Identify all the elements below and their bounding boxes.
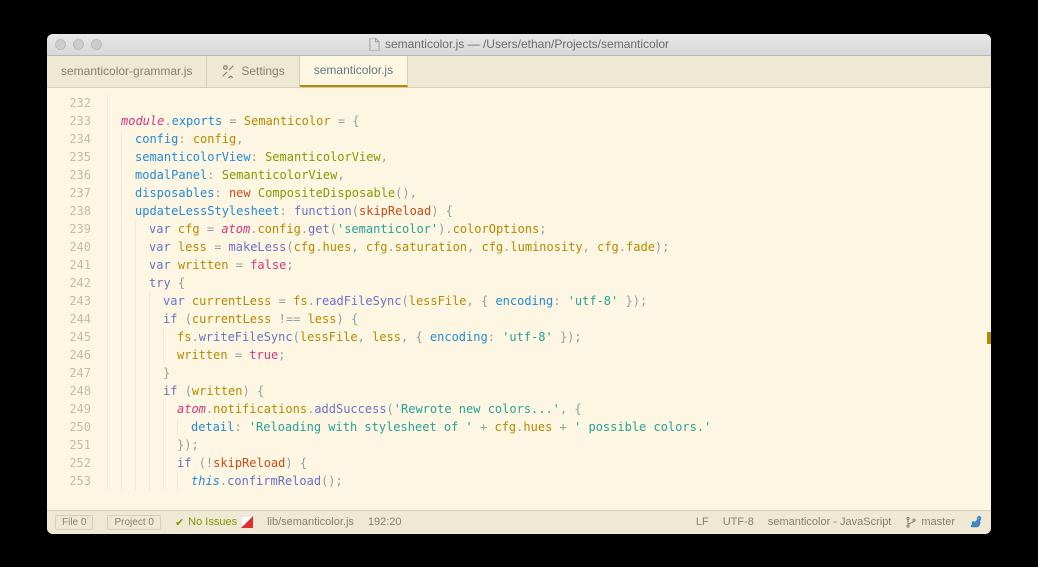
status-branch[interactable]: master	[905, 516, 955, 528]
line-number: 251	[47, 436, 91, 454]
code-line[interactable]: if (!skipReload) {	[107, 454, 991, 472]
window-controls	[55, 39, 102, 50]
code-line[interactable]: config: config,	[107, 130, 991, 148]
code-line[interactable]	[107, 94, 991, 112]
line-number: 248	[47, 382, 91, 400]
line-number: 246	[47, 346, 91, 364]
status-project-lint[interactable]: Project 0	[107, 515, 160, 530]
line-number: 240	[47, 238, 91, 256]
scroll-marker	[987, 332, 991, 344]
tab-semanticolor[interactable]: semanticolor.js	[300, 56, 408, 87]
code-line[interactable]: var less = makeLess(cfg.hues, cfg.satura…	[107, 238, 991, 256]
status-file-lint[interactable]: File 0	[55, 515, 93, 530]
code-line[interactable]: detail: 'Reloading with stylesheet of ' …	[107, 418, 991, 436]
code-line[interactable]: if (written) {	[107, 382, 991, 400]
close-window-button[interactable]	[55, 39, 66, 50]
line-number: 239	[47, 220, 91, 238]
tab-label: Settings	[241, 64, 284, 78]
status-line-ending[interactable]: LF	[696, 516, 709, 528]
code-line[interactable]: var currentLess = fs.readFileSync(lessFi…	[107, 292, 991, 310]
code-line[interactable]: module.exports = Semanticolor = {	[107, 112, 991, 130]
line-number: 235	[47, 148, 91, 166]
status-path[interactable]: lib/semanticolor.js	[267, 516, 354, 528]
line-number: 253	[47, 472, 91, 490]
line-number: 245	[47, 328, 91, 346]
line-number: 244	[47, 310, 91, 328]
line-number: 241	[47, 256, 91, 274]
code-line[interactable]: if (currentLess !== less) {	[107, 310, 991, 328]
code-line[interactable]: try {	[107, 274, 991, 292]
code-line[interactable]: this.confirmReload();	[107, 472, 991, 490]
code-line[interactable]: var written = false;	[107, 256, 991, 274]
code-line[interactable]: semanticolorView: SemanticolorView,	[107, 148, 991, 166]
line-number: 237	[47, 184, 91, 202]
status-issues[interactable]: ✔ No Issues	[175, 516, 253, 529]
status-encoding[interactable]: UTF-8	[723, 516, 754, 528]
status-github[interactable]	[969, 515, 983, 529]
editor-window: semanticolor.js — /Users/ethan/Projects/…	[47, 34, 991, 534]
line-number-gutter: 2322332342352362372382392402412422432442…	[47, 88, 107, 510]
code-line[interactable]: disposables: new CompositeDisposable(),	[107, 184, 991, 202]
scrollbar[interactable]	[981, 88, 991, 510]
status-cursor[interactable]: 192:20	[368, 516, 402, 528]
squirrel-icon	[969, 515, 983, 529]
code-line[interactable]: updateLessStylesheet: function(skipReloa…	[107, 202, 991, 220]
line-number: 234	[47, 130, 91, 148]
line-number: 249	[47, 400, 91, 418]
code-line[interactable]: atom.notifications.addSuccess('Rewrote n…	[107, 400, 991, 418]
minimize-window-button[interactable]	[73, 39, 84, 50]
window-title: semanticolor.js — /Users/ethan/Projects/…	[369, 37, 669, 51]
status-bar: File 0 Project 0 ✔ No Issues lib/semanti…	[47, 510, 991, 534]
tab-semanticolor-grammar[interactable]: semanticolor-grammar.js	[47, 56, 207, 87]
code-line[interactable]: modalPanel: SemanticolorView,	[107, 166, 991, 184]
tools-icon	[221, 64, 235, 78]
tab-bar: semanticolor-grammar.js Settings semanti…	[47, 56, 991, 88]
check-icon: ✔	[175, 516, 184, 529]
titlebar[interactable]: semanticolor.js — /Users/ethan/Projects/…	[47, 34, 991, 56]
tab-label: semanticolor.js	[314, 63, 393, 77]
line-number: 233	[47, 112, 91, 130]
code-line[interactable]: fs.writeFileSync(lessFile, less, { encod…	[107, 328, 991, 346]
zoom-window-button[interactable]	[91, 39, 102, 50]
git-branch-icon	[905, 516, 917, 528]
line-number: 247	[47, 364, 91, 382]
window-title-text: semanticolor.js — /Users/ethan/Projects/…	[385, 37, 669, 51]
code-line[interactable]: var cfg = atom.config.get('semanticolor'…	[107, 220, 991, 238]
line-number: 238	[47, 202, 91, 220]
line-number: 232	[47, 94, 91, 112]
line-number: 250	[47, 418, 91, 436]
code-content[interactable]: module.exports = Semanticolor = {config:…	[107, 88, 991, 510]
line-number: 252	[47, 454, 91, 472]
tab-label: semanticolor-grammar.js	[61, 64, 192, 78]
code-line[interactable]: });	[107, 436, 991, 454]
status-grammar[interactable]: semanticolor - JavaScript	[768, 516, 892, 528]
line-number: 242	[47, 274, 91, 292]
lint-badge-icon	[241, 516, 253, 528]
code-line[interactable]: written = true;	[107, 346, 991, 364]
line-number: 243	[47, 292, 91, 310]
line-number: 236	[47, 166, 91, 184]
tab-settings[interactable]: Settings	[207, 56, 299, 87]
file-icon	[369, 38, 380, 51]
editor-area[interactable]: 2322332342352362372382392402412422432442…	[47, 88, 991, 510]
code-line[interactable]: }	[107, 364, 991, 382]
